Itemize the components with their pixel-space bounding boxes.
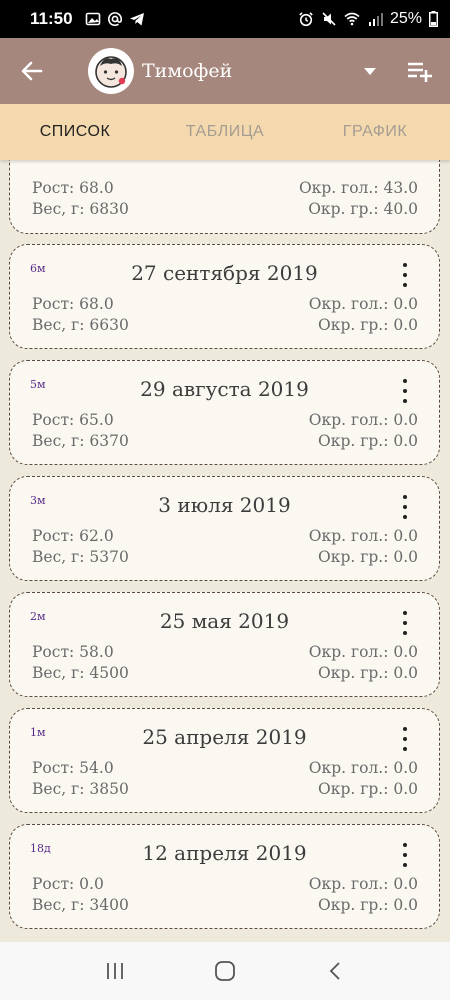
weight-value: Вес, г: 5370 [32, 548, 129, 566]
head-circumference-value: Окр. гол.: 0.0 [308, 875, 418, 893]
more-vertical-icon[interactable] [395, 843, 415, 867]
measurement-date: 3 июля 2019 [158, 493, 291, 517]
chest-circumference-value: Окр. гр.: 0.0 [318, 548, 418, 566]
measurement-date: 27 сентября 2019 [131, 261, 318, 285]
height-value: Рост: 54.0 [32, 759, 114, 777]
more-vertical-icon[interactable] [395, 379, 415, 403]
head-circumference-value: Окр. гол.: 43.0 [298, 179, 418, 197]
home-icon [215, 961, 235, 981]
chest-circumference-value: Окр. гр.: 0.0 [318, 664, 418, 682]
measurement-card[interactable]: 2м 25 мая 2019 Рост: 58.0 Окр. гол.: 0.0… [9, 592, 440, 697]
head-circumference-value: Окр. гол.: 0.0 [308, 759, 418, 777]
battery-percent: 25% [389, 10, 422, 27]
measurement-card[interactable]: Рост: 68.0 Окр. гол.: 43.0 Вес, г: 6830 … [9, 160, 440, 234]
measurement-date: 25 апреля 2019 [142, 725, 307, 749]
battery-icon [429, 11, 438, 27]
recent-apps-icon [107, 963, 123, 979]
chest-circumference-value: Окр. гр.: 0.0 [318, 780, 418, 798]
weight-value: Вес, г: 6630 [32, 316, 129, 334]
head-circumference-value: Окр. гол.: 0.0 [308, 643, 418, 661]
measurement-date: 29 августа 2019 [140, 377, 309, 401]
measurement-card[interactable]: 1м 25 апреля 2019 Рост: 54.0 Окр. гол.: … [9, 708, 440, 813]
measurement-card[interactable]: 3м 3 июля 2019 Рост: 62.0 Окр. гол.: 0.0… [9, 476, 440, 581]
more-vertical-icon[interactable] [395, 727, 415, 751]
at-sign-icon [107, 12, 122, 27]
measurement-card[interactable]: 18д 12 апреля 2019 Рост: 0.0 Окр. гол.: … [9, 824, 440, 929]
app-bar: Тимофей [0, 38, 450, 104]
signal-icon [368, 13, 383, 26]
head-circumference-value: Окр. гол.: 0.0 [308, 295, 418, 313]
more-vertical-icon[interactable] [395, 611, 415, 635]
dropdown-triangle-icon[interactable] [364, 67, 376, 75]
weight-value: Вес, г: 4500 [32, 664, 129, 682]
chest-circumference-value: Окр. гр.: 0.0 [318, 316, 418, 334]
arrow-left-icon [21, 61, 43, 81]
back-button[interactable] [0, 38, 64, 104]
weight-value: Вес, г: 6370 [32, 432, 129, 450]
measurement-card[interactable]: 5м 29 августа 2019 Рост: 65.0 Окр. гол.:… [9, 360, 440, 465]
more-vertical-icon[interactable] [395, 495, 415, 519]
recent-apps-button[interactable] [95, 951, 135, 991]
system-navigation-bar [0, 942, 450, 1000]
head-circumference-value: Окр. гол.: 0.0 [308, 411, 418, 429]
height-value: Рост: 68.0 [32, 295, 114, 313]
chevron-left-icon [329, 962, 340, 980]
status-time: 11:50 [30, 9, 73, 28]
height-value: Рост: 62.0 [32, 527, 114, 545]
weight-value: Вес, г: 3850 [32, 780, 129, 798]
height-value: Рост: 65.0 [32, 411, 114, 429]
playlist-add-icon [408, 62, 432, 82]
alarm-icon [299, 12, 313, 27]
tab-chart[interactable]: ГРАФИК [300, 104, 450, 160]
home-button[interactable] [205, 951, 245, 991]
weight-value: Вес, г: 3400 [32, 896, 129, 914]
child-name[interactable]: Тимофей [142, 60, 232, 82]
status-bar: 11:50 25% [0, 0, 450, 38]
height-value: Рост: 58.0 [32, 643, 114, 661]
child-avatar[interactable] [88, 48, 134, 94]
chest-circumference-value: Окр. гр.: 0.0 [318, 896, 418, 914]
chest-circumference-value: Окр. гр.: 0.0 [318, 432, 418, 450]
measurement-date: 12 апреля 2019 [142, 841, 307, 865]
head-circumference-value: Окр. гол.: 0.0 [308, 527, 418, 545]
baby-face-icon [95, 56, 127, 88]
gallery-notification-icon [85, 12, 100, 26]
wifi-icon [344, 12, 360, 26]
tab-bar: СПИСОК ТАБЛИЦА ГРАФИК [0, 104, 450, 160]
add-entry-button[interactable] [400, 51, 440, 91]
mute-icon [322, 12, 336, 26]
measurement-date: 25 мая 2019 [159, 609, 290, 633]
weight-value: Вес, г: 6830 [32, 200, 129, 218]
system-back-button[interactable] [315, 951, 355, 991]
height-value: Рост: 68.0 [32, 179, 114, 197]
height-value: Рост: 0.0 [32, 875, 104, 893]
more-vertical-icon[interactable] [395, 263, 415, 287]
measurement-list[interactable]: Рост: 68.0 Окр. гол.: 43.0 Вес, г: 6830 … [0, 160, 450, 942]
tab-list[interactable]: СПИСОК [0, 104, 150, 160]
telegram-icon [129, 13, 144, 26]
chest-circumference-value: Окр. гр.: 40.0 [308, 200, 418, 218]
measurement-card[interactable]: 6м 27 сентября 2019 Рост: 68.0 Окр. гол.… [9, 244, 440, 349]
tab-table[interactable]: ТАБЛИЦА [150, 104, 300, 160]
